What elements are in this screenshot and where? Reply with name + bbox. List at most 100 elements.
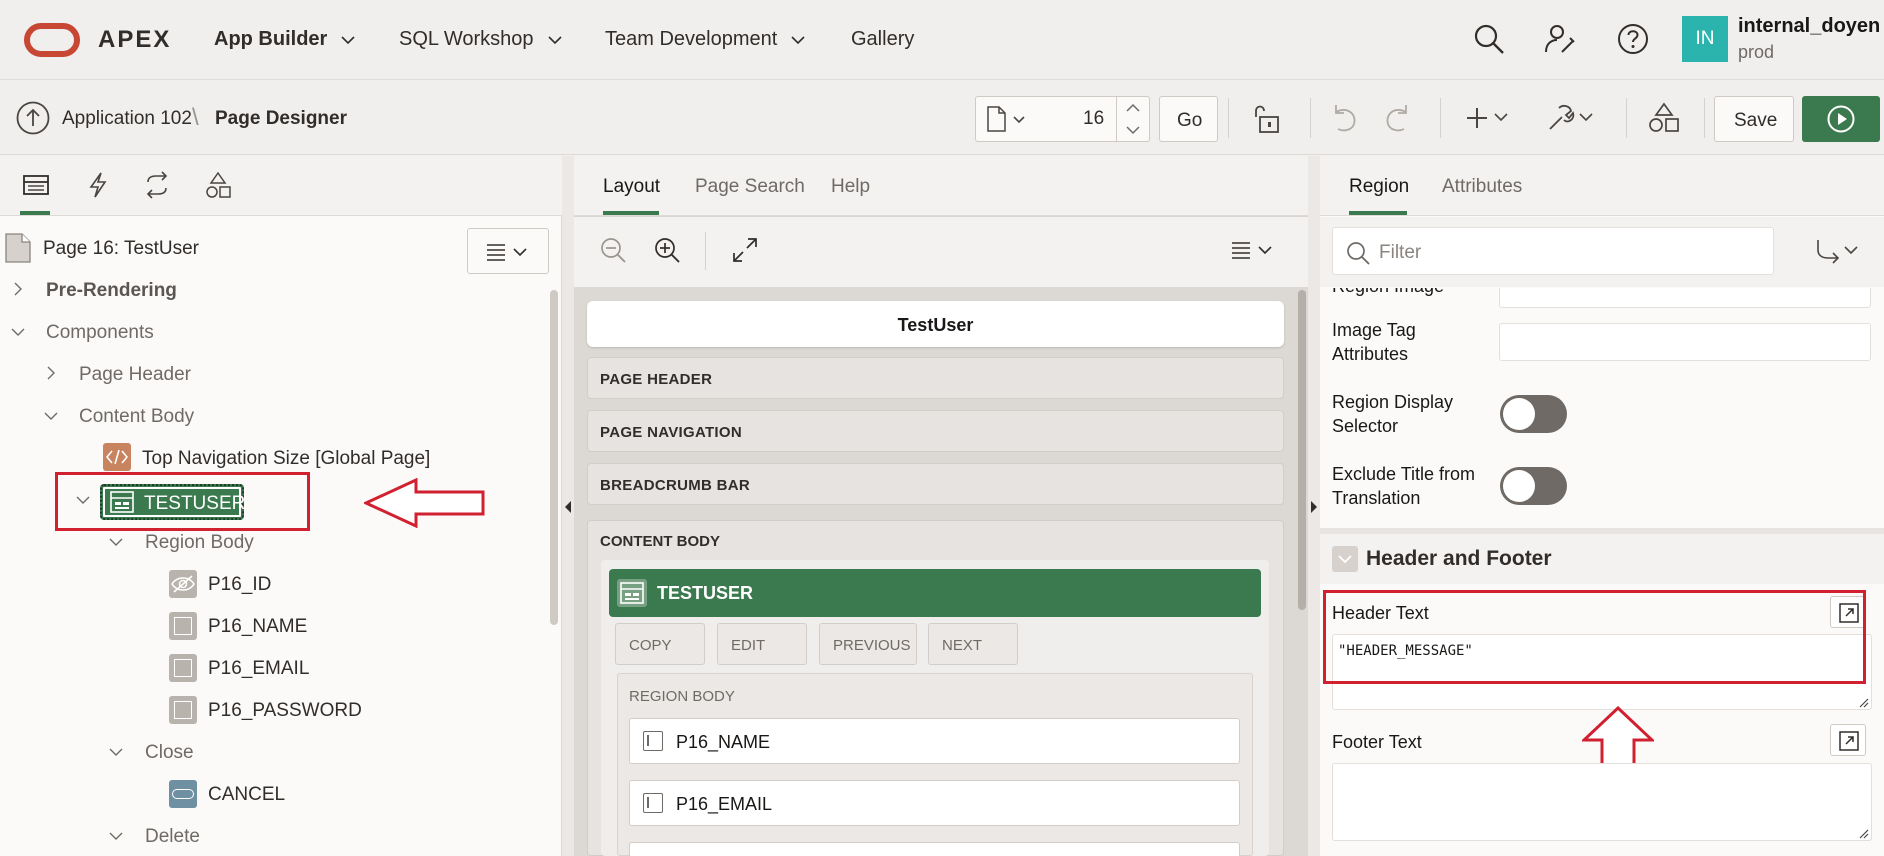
text-field-item-icon xyxy=(169,612,197,640)
chevron-down-icon[interactable] xyxy=(44,409,58,423)
tab-attributes[interactable]: Attributes xyxy=(1442,176,1522,198)
zoom-out-icon[interactable] xyxy=(599,236,627,264)
run-page-button[interactable] xyxy=(1802,96,1880,142)
tree-top-navigation-size[interactable]: Top Navigation Size [Global Page] xyxy=(142,448,430,470)
shared-components-tab-icon[interactable] xyxy=(204,171,232,199)
tree-menu-button[interactable] xyxy=(467,228,549,274)
footer-text-expand-button[interactable] xyxy=(1830,724,1866,756)
annotation-arrow-left-icon xyxy=(364,478,485,528)
collapse-right-icon[interactable] xyxy=(1310,500,1318,514)
layout-menu-icon[interactable] xyxy=(1231,241,1275,259)
processing-tab-icon[interactable] xyxy=(143,171,171,199)
unlock-icon[interactable] xyxy=(1251,102,1285,136)
hidden-item-icon xyxy=(169,570,197,598)
shared-components-icon[interactable] xyxy=(1647,101,1681,135)
left-splitter[interactable] xyxy=(562,156,574,856)
tree-region-body[interactable]: Region Body xyxy=(145,532,254,554)
layout-position-page-navigation[interactable]: PAGE NAVIGATION xyxy=(587,410,1284,452)
layout-position-breadcrumb-bar[interactable]: BREADCRUMB BAR xyxy=(587,463,1284,505)
prop-image-tag-attributes-input[interactable] xyxy=(1499,323,1871,361)
toolbar-divider xyxy=(1310,98,1311,138)
layout-page-title[interactable]: TestUser xyxy=(587,301,1284,347)
user-name[interactable]: internal_doyen xyxy=(1738,15,1880,38)
annotation-highlight-box xyxy=(55,472,310,531)
expand-icon[interactable] xyxy=(731,236,759,264)
tab-help[interactable]: Help xyxy=(831,176,870,198)
chevron-down-icon[interactable] xyxy=(109,829,123,843)
zoom-in-icon[interactable] xyxy=(653,236,681,264)
oracle-logo-icon[interactable] xyxy=(24,23,80,57)
save-button[interactable]: Save xyxy=(1714,96,1794,142)
tab-page-search[interactable]: Page Search xyxy=(695,176,805,198)
create-menu-icon[interactable] xyxy=(1466,104,1512,132)
tree-close-slot[interactable]: Close xyxy=(145,742,194,764)
text-field-glyph xyxy=(174,617,192,635)
chevron-down-icon[interactable] xyxy=(109,745,123,759)
chevron-right-icon[interactable] xyxy=(44,366,58,380)
spinner-divider xyxy=(1116,97,1117,141)
tab-region[interactable]: Region xyxy=(1349,176,1409,198)
button-position-previous[interactable]: PREVIOUS xyxy=(819,623,917,665)
chevron-down-icon[interactable] xyxy=(11,325,25,339)
tree-page-header[interactable]: Page Header xyxy=(79,364,191,386)
nav-app-builder[interactable]: App Builder xyxy=(214,28,355,51)
page-number-input[interactable]: 16 xyxy=(1083,108,1104,130)
help-icon[interactable] xyxy=(1616,22,1650,56)
group-collapse-button[interactable] xyxy=(1332,546,1358,572)
search-icon[interactable] xyxy=(1472,22,1506,56)
exclude-title-toggle[interactable] xyxy=(1500,467,1567,505)
tree-item-p16-email[interactable]: P16_EMAIL xyxy=(208,658,309,680)
layout-item-p16-name[interactable]: P16_NAME xyxy=(629,718,1240,764)
avatar[interactable]: IN xyxy=(1682,16,1728,62)
region-display-selector-toggle[interactable] xyxy=(1500,395,1567,433)
nav-team-development[interactable]: Team Development xyxy=(605,28,805,51)
go-button[interactable]: Go xyxy=(1159,96,1218,142)
active-tab-indicator xyxy=(603,211,659,215)
button-position-edit[interactable]: EDIT xyxy=(717,623,807,665)
tree-page-title[interactable]: Page 16: TestUser xyxy=(43,238,199,260)
layout-region-header[interactable]: TESTUSER xyxy=(609,569,1261,617)
collapse-left-icon[interactable] xyxy=(564,500,572,514)
page-number-spinner-icon[interactable] xyxy=(1124,100,1142,138)
button-position-next[interactable]: NEXT xyxy=(928,623,1018,665)
resize-grip-icon[interactable] xyxy=(1857,696,1869,708)
redo-icon[interactable] xyxy=(1381,102,1415,136)
up-arrow-circle-icon[interactable] xyxy=(16,101,50,135)
tree-content-body[interactable]: Content Body xyxy=(79,406,194,428)
layout-position-page-header[interactable]: PAGE HEADER xyxy=(587,357,1284,399)
apex-logo-text[interactable]: APEX xyxy=(98,26,171,54)
page-icon[interactable] xyxy=(986,106,1026,132)
annotation-highlight-box xyxy=(1323,590,1866,684)
right-splitter[interactable] xyxy=(1308,156,1320,856)
layout-item-p16-email[interactable]: P16_EMAIL xyxy=(629,780,1240,826)
button-glyph xyxy=(172,789,194,799)
chevron-right-icon[interactable] xyxy=(11,282,25,296)
nav-sql-workshop[interactable]: SQL Workshop xyxy=(399,28,562,51)
rendering-tab-icon[interactable] xyxy=(22,171,50,199)
dynamic-actions-tab-icon[interactable] xyxy=(84,171,112,199)
layout-scrollbar[interactable] xyxy=(1298,290,1306,610)
tab-layout[interactable]: Layout xyxy=(603,176,660,198)
tree-delete-slot[interactable]: Delete xyxy=(145,826,200,848)
footer-text-editor[interactable] xyxy=(1332,763,1872,841)
tree-item-p16-password[interactable]: P16_PASSWORD xyxy=(208,700,362,722)
chevron-down-icon[interactable] xyxy=(109,535,123,549)
tree-item-p16-id[interactable]: P16_ID xyxy=(208,574,271,596)
utilities-wrench-icon[interactable] xyxy=(1545,102,1597,134)
prop-region-image-input[interactable] xyxy=(1499,288,1871,308)
go-to-group-icon[interactable] xyxy=(1815,238,1861,264)
resize-grip-icon[interactable] xyxy=(1857,827,1869,839)
nav-gallery[interactable]: Gallery xyxy=(851,28,914,51)
tree-pre-rendering[interactable]: Pre-Rendering xyxy=(46,280,177,302)
admin-user-icon[interactable] xyxy=(1543,22,1577,56)
undo-icon[interactable] xyxy=(1327,102,1361,136)
save-button-label: Save xyxy=(1734,110,1778,131)
tree-button-cancel[interactable]: CANCEL xyxy=(208,784,285,806)
tree-components[interactable]: Components xyxy=(46,322,154,344)
left-pane-scrollbar[interactable] xyxy=(550,290,558,625)
breadcrumb-application[interactable]: Application 102 xyxy=(62,108,192,130)
filter-input[interactable]: Filter xyxy=(1332,227,1774,275)
tree-item-p16-name[interactable]: P16_NAME xyxy=(208,616,307,638)
layout-item-p16-password[interactable] xyxy=(629,842,1240,856)
button-position-copy[interactable]: COPY xyxy=(615,623,705,665)
